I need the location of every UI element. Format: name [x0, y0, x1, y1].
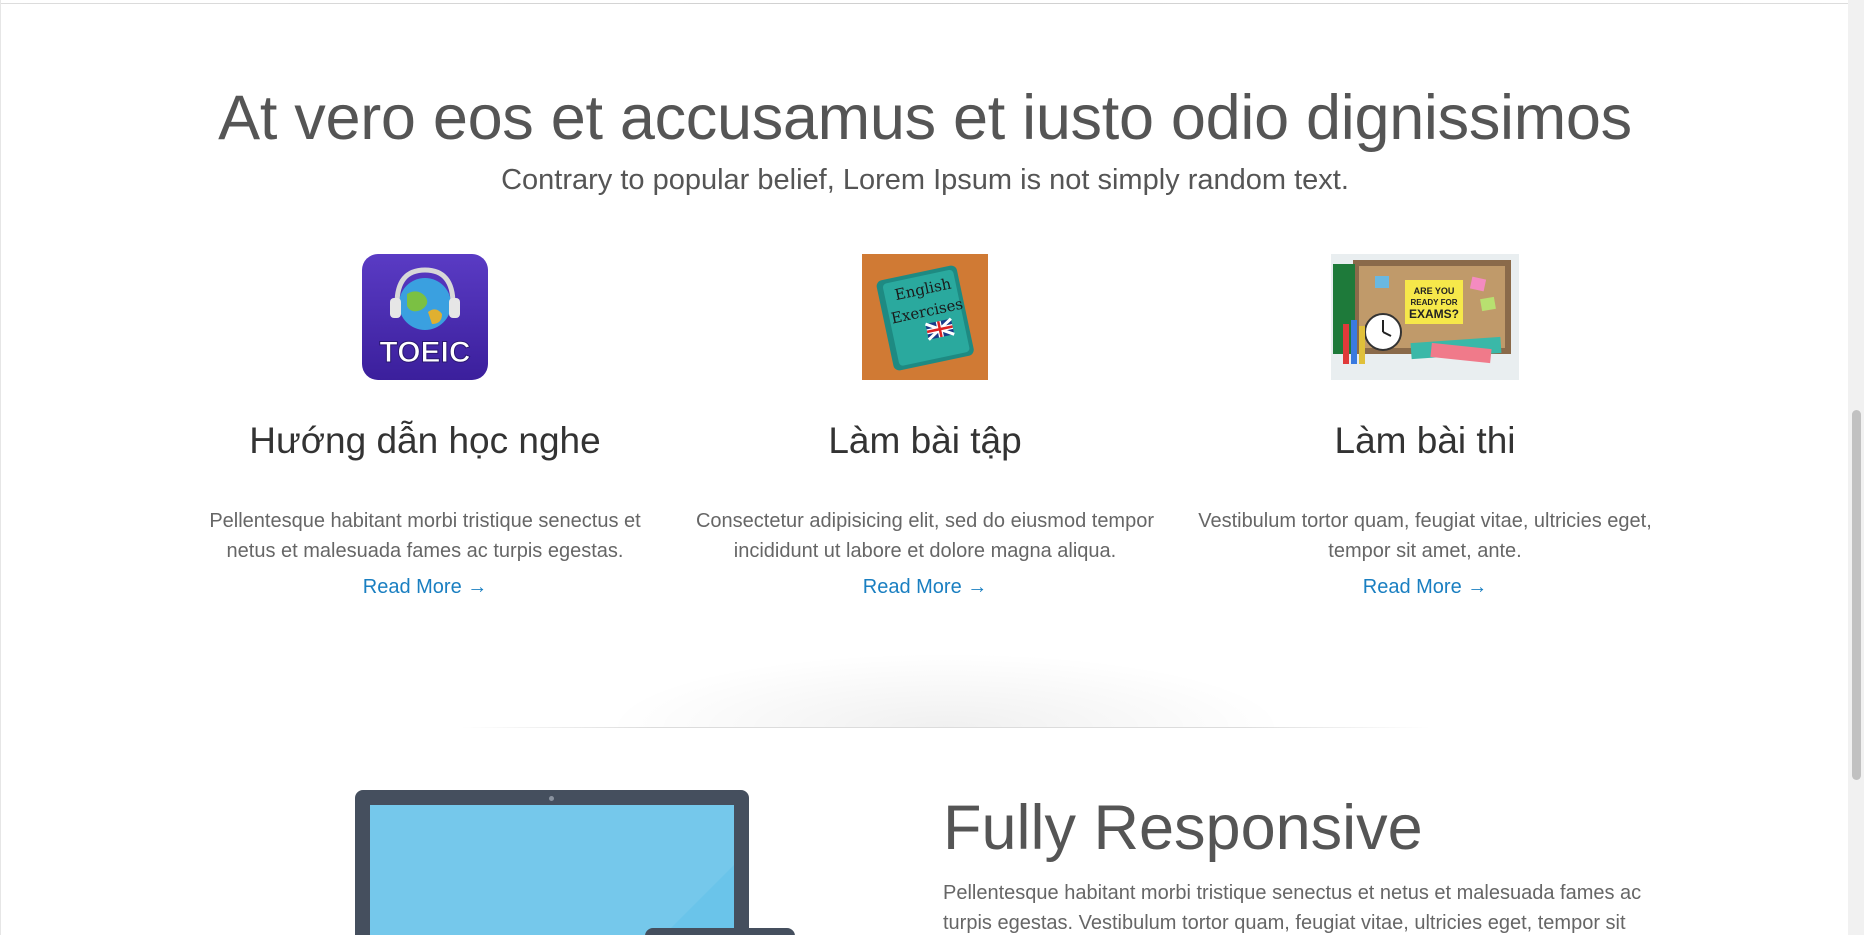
section-divider-line [461, 727, 1431, 728]
page: At vero eos et accusamus et iusto odio d… [0, 0, 1849, 935]
feature-description: Consectetur adipisicing elit, sed do eiu… [695, 510, 1155, 562]
responsive-title: Fully Responsive [943, 793, 1423, 863]
feature-description: Pellentesque habitant morbi tristique se… [209, 510, 641, 562]
svg-text:EXAMS?: EXAMS? [1409, 307, 1459, 321]
read-more-link[interactable]: Read More → [185, 576, 665, 599]
svg-text:TOEIC: TOEIC [379, 336, 470, 369]
responsive-description: Pellentesque habitant morbi tristique se… [943, 882, 1642, 934]
section-subtitle: Contrary to popular belief, Lorem Ipsum … [501, 164, 1349, 196]
toeic-image: TOEIC [362, 254, 488, 380]
exams-image: ARE YOU READY FOR EXAMS? [1331, 254, 1519, 380]
svg-text:READY FOR: READY FOR [1411, 298, 1458, 307]
read-more-link[interactable]: Read More → [685, 576, 1165, 599]
laptop-illustration [355, 790, 749, 935]
feature-card-exams: ARE YOU READY FOR EXAMS? Làm bài thi Ves… [1185, 254, 1665, 598]
english-exercises-image: English Exercises [862, 254, 988, 380]
section-title: At vero eos et accusamus et iusto odio d… [218, 83, 1632, 153]
feature-description: Vestibulum tortor quam, feugiat vitae, u… [1198, 510, 1652, 562]
read-more-link[interactable]: Read More → [1185, 576, 1665, 599]
feature-card-listening: TOEIC Hướng dẫn học nghe Pellentesque ha… [185, 254, 665, 598]
feature-title: Làm bài thi [1334, 420, 1516, 461]
tablet-illustration [645, 928, 795, 935]
laptop-camera [549, 796, 554, 801]
laptop-screen [370, 805, 734, 935]
section-shadow-divider [461, 620, 1431, 728]
scrollbar-thumb[interactable] [1852, 410, 1861, 780]
feature-title: Làm bài tập [828, 420, 1022, 461]
top-divider [1, 3, 1849, 4]
feature-card-exercises: English Exercises Làm bài tập Consectetu… [685, 254, 1165, 598]
feature-title: Hướng dẫn học nghe [249, 420, 601, 461]
svg-text:ARE YOU: ARE YOU [1414, 286, 1455, 296]
